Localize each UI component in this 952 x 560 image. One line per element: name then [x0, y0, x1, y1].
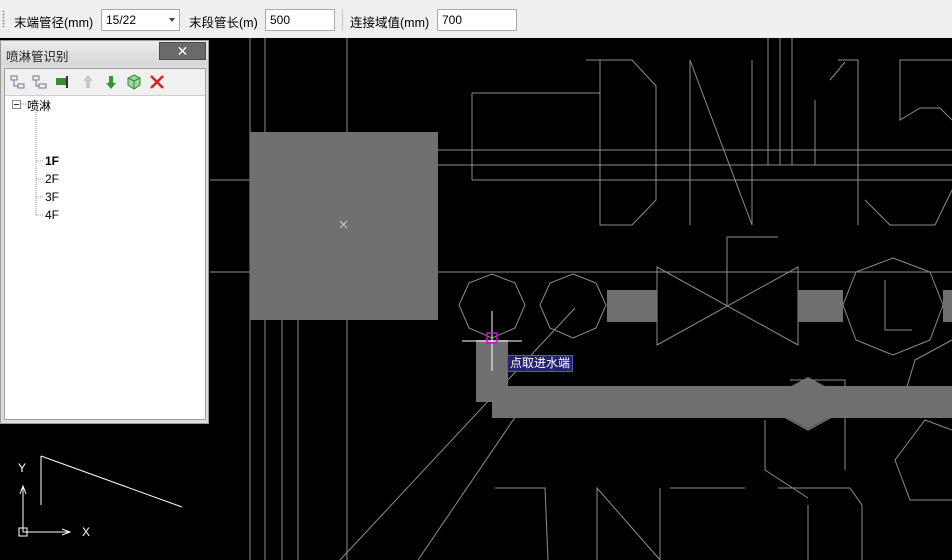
dn-letter-d — [586, 59, 657, 226]
pipe-segment — [943, 290, 952, 322]
dn-letter-lower — [495, 487, 549, 560]
axis-x-label: X — [82, 525, 91, 539]
dn-letter-lower-n — [596, 486, 661, 560]
digit-6 — [894, 339, 952, 501]
parameter-toolbar: 末端管径(mm) 15/22 末段管长(m) 500 连接域值(mm) 700 — [0, 0, 952, 39]
end-segment-length-label: 末段管长(m) — [189, 16, 258, 30]
tree-floor-4f[interactable]: 4F — [45, 208, 59, 222]
close-button[interactable]: ✕ — [159, 42, 206, 60]
selected-block — [250, 132, 438, 320]
tree-floor-2f[interactable]: 2F — [45, 172, 59, 186]
tree-root-sprinkler[interactable]: 喷淋 — [27, 97, 51, 114]
sprinkler-identify-panel: 喷淋管识别 ✕ 喷淋 1F 2F 3F 4F — [0, 40, 209, 424]
toolbar-separator — [342, 9, 343, 31]
dn-letter-n — [689, 59, 753, 226]
chevron-down-icon[interactable] — [169, 18, 175, 22]
tree-floor-1f[interactable]: 1F — [45, 154, 59, 168]
ucs-icon — [18, 455, 183, 537]
diagonal-line — [339, 307, 576, 560]
end-pipe-diameter-label: 末端管径(mm) — [14, 16, 94, 30]
panel-title-bar[interactable]: 喷淋管识别 ✕ — [1, 41, 208, 65]
panel-title: 喷淋管识别 — [6, 50, 69, 64]
connect-domain-input[interactable]: 700 — [437, 9, 517, 31]
connect-domain-label: 连接域值(mm) — [350, 16, 430, 30]
digit-1 — [829, 59, 859, 225]
pipe-segment — [607, 290, 657, 322]
tree-lines — [21, 103, 43, 216]
end-pipe-diameter-select[interactable]: 15/22 — [101, 9, 180, 31]
end-segment-length-input[interactable]: 500 — [265, 9, 335, 31]
diagonal-line — [417, 409, 521, 560]
toolbar-grip[interactable] — [2, 10, 5, 28]
tree-floor-3f[interactable]: 3F — [45, 190, 59, 204]
end-segment-length-value: 500 — [270, 13, 291, 27]
panel-content: 喷淋 1F 2F 3F 4F — [4, 68, 206, 420]
command-tooltip: 点取进水端 — [507, 355, 574, 372]
axis-y-label: Y — [18, 461, 27, 475]
close-icon: ✕ — [176, 43, 189, 59]
digit-5 — [864, 59, 952, 226]
end-pipe-diameter-value: 15/22 — [106, 13, 137, 27]
connect-domain-value: 700 — [442, 13, 463, 27]
lower-digit — [778, 487, 863, 560]
main-pipe — [492, 386, 952, 418]
pipe-segment — [798, 290, 843, 322]
sprinkler-head — [842, 257, 944, 356]
label-l — [884, 280, 912, 331]
sprinkler-head — [539, 273, 607, 339]
valve-stem — [726, 236, 778, 305]
